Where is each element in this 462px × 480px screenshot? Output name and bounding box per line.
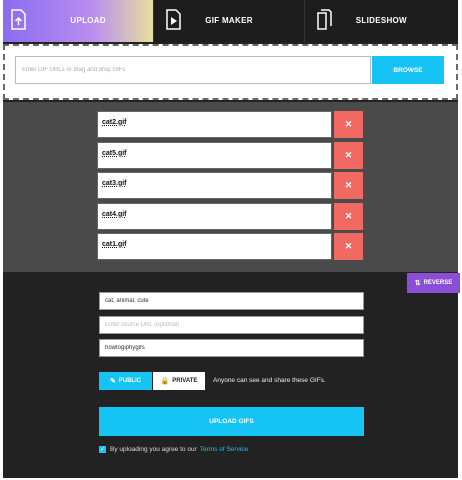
remove-file-button[interactable]: ✕ bbox=[334, 142, 363, 169]
tab-upload-label: UPLOAD bbox=[70, 16, 106, 25]
lock-icon: 🔒 bbox=[160, 378, 170, 385]
drop-zone[interactable]: BROWSE bbox=[3, 44, 458, 100]
remove-file-button[interactable]: ✕ bbox=[334, 111, 363, 138]
upload-gifs-button[interactable]: UPLOAD GIFS bbox=[99, 407, 364, 436]
username-input[interactable] bbox=[99, 339, 364, 357]
tab-slideshow[interactable]: SLIDESHOW bbox=[303, 0, 459, 42]
tags-input[interactable] bbox=[99, 292, 364, 310]
file-item: cat2.gif ✕ bbox=[97, 111, 363, 138]
private-label: PRIVATE bbox=[172, 378, 198, 384]
pencil-icon: ✎ bbox=[109, 378, 116, 385]
reverse-label: REVERSE bbox=[423, 280, 453, 286]
file-name: cat3.gif bbox=[97, 172, 332, 199]
file-item: cat1.gif ✕ bbox=[97, 233, 363, 260]
file-name: cat1.gif bbox=[97, 233, 332, 260]
agree-text: By uploading you agree to our bbox=[110, 446, 197, 453]
public-toggle[interactable]: ✎ PUBLIC bbox=[99, 372, 152, 390]
tab-upload[interactable]: UPLOAD bbox=[3, 0, 154, 42]
browse-button[interactable]: BROWSE bbox=[372, 56, 444, 84]
file-name: cat5.gif bbox=[97, 142, 332, 169]
swap-arrows-icon: ⇅ bbox=[414, 280, 421, 287]
app-frame: UPLOAD GIF MAKER SLIDESHOW BROWSE cat2.g… bbox=[3, 0, 460, 478]
source-url-input[interactable] bbox=[99, 316, 364, 334]
file-list: cat2.gif ✕ cat5.gif ✕ cat3.gif ✕ cat4.gi… bbox=[3, 102, 458, 272]
tab-bar: UPLOAD GIF MAKER SLIDESHOW bbox=[3, 0, 459, 42]
private-toggle[interactable]: 🔒 PRIVATE bbox=[153, 372, 205, 390]
tab-gif-maker[interactable]: GIF MAKER bbox=[153, 0, 304, 42]
tab-gif-maker-label: GIF MAKER bbox=[205, 16, 253, 25]
agree-checkbox[interactable]: ✓ bbox=[99, 446, 106, 453]
privacy-description: Anyone can see and share these GIFs. bbox=[213, 377, 326, 384]
file-item: cat3.gif ✕ bbox=[97, 172, 363, 199]
file-item: cat4.gif ✕ bbox=[97, 203, 363, 230]
reverse-button[interactable]: ⇅ REVERSE bbox=[407, 273, 460, 293]
remove-file-button[interactable]: ✕ bbox=[334, 203, 363, 230]
tab-slideshow-label: SLIDESHOW bbox=[355, 16, 407, 25]
file-name: cat2.gif bbox=[97, 111, 332, 138]
file-name: cat4.gif bbox=[97, 203, 332, 230]
gif-url-input[interactable] bbox=[15, 56, 371, 84]
public-label: PUBLIC bbox=[118, 378, 142, 384]
terms-agreement: ✓ By uploading you agree to our Terms of… bbox=[99, 446, 248, 453]
remove-file-button[interactable]: ✕ bbox=[334, 172, 363, 199]
file-item: cat5.gif ✕ bbox=[97, 142, 363, 169]
terms-of-service-link[interactable]: Terms of Service bbox=[200, 446, 248, 453]
remove-file-button[interactable]: ✕ bbox=[334, 233, 363, 260]
